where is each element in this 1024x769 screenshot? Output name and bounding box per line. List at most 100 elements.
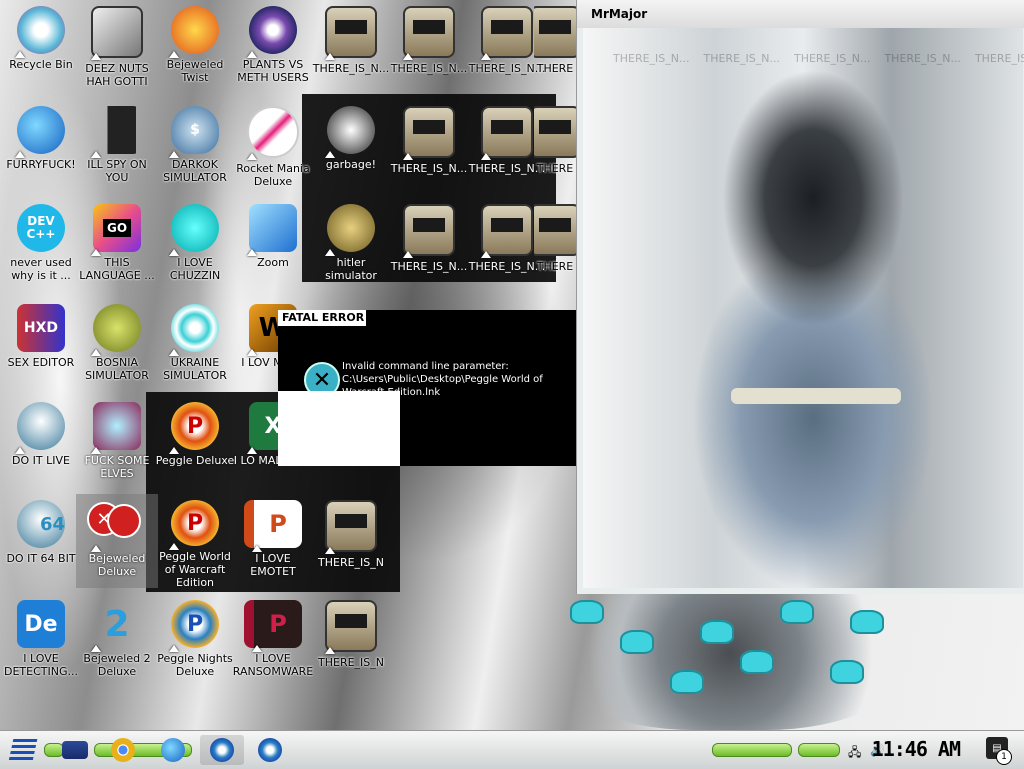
desktop-icon-spy[interactable]: ILL SPY ON YOU — [76, 100, 158, 194]
chrome-icon — [111, 738, 135, 762]
icon-label: Peggle World of Warcraft Edition — [159, 550, 231, 588]
desktop-icon-do-it-64-bit[interactable]: 64 DO IT 64 BIT — [0, 494, 82, 588]
desktop-icon-bejeweled-twist[interactable]: Bejeweled Twist — [154, 0, 236, 94]
icon-label: Rocket Mania Deluxe — [236, 162, 310, 188]
desktop-icon-ukraine[interactable]: UKRAINE SIMULATOR — [154, 298, 236, 392]
dragon-icon — [325, 106, 375, 158]
taskbar-decoration-right — [712, 743, 792, 757]
desktop-icon-there-is-n-1[interactable]: THERE_IS_N... — [310, 0, 392, 94]
desktop-icon-bejeweled-deluxe[interactable]: ✕ Bejeweled Deluxe — [76, 494, 158, 588]
icon-label: SEX EDITOR — [7, 356, 75, 369]
icon-label: THERE_IS_N — [318, 656, 384, 669]
spiky-ball-icon — [91, 304, 141, 356]
error-title[interactable]: FATAL ERROR — [278, 310, 366, 326]
icon-label: Bejeweled 2 Deluxe — [83, 652, 151, 678]
taskbar: 🖧 🔊 11:46 AM ▤ 1 — [0, 730, 1024, 769]
dress-ribbon — [731, 388, 901, 404]
icon-label: PLANTS VS METH USERS — [237, 58, 309, 84]
network-icon[interactable]: 🖧 — [848, 743, 862, 759]
peggle-icon: P — [169, 500, 219, 551]
recycle-bin-icon — [15, 6, 65, 58]
desktop-icon-there-partial-1[interactable]: THERE — [534, 0, 576, 94]
desktop-icon-sex-editor[interactable]: HXD SEX EDITOR — [0, 298, 82, 392]
detect-it-easy-icon: De — [17, 600, 65, 648]
desktop-icon-peggle-nights[interactable]: P Peggle Nights Deluxe — [154, 594, 236, 688]
taskbar-peggle-2[interactable] — [248, 735, 292, 765]
icon-label: FUCK SOME ELVES — [84, 454, 150, 480]
desktop-icon-dev-cpp[interactable]: DEV C++ never used why is it ... — [0, 198, 82, 292]
taskbar-clock[interactable]: 11:46 AM — [872, 737, 961, 761]
icon-label: I LOVE DETECTING... — [4, 652, 78, 678]
desktop-icon-fuck-some-elves[interactable]: FUCK SOME ELVES — [76, 396, 158, 490]
desktop-icon-do-it-live[interactable]: DO IT LIVE — [0, 396, 82, 490]
desktop-icon-there-is-n-6[interactable]: THERE_IS_N... — [388, 198, 470, 292]
desktop-icon-there-is-n-5[interactable]: THERE_IS_N... — [388, 100, 470, 194]
coin-icon — [325, 204, 375, 256]
peggle-icon: P — [169, 402, 219, 454]
desktop-icon-recycle-bin[interactable]: Recycle Bin — [0, 0, 82, 94]
ghost-label: THERE_IS_N... — [974, 52, 1024, 65]
peggle-icon — [210, 738, 234, 762]
start-button[interactable] — [6, 735, 40, 765]
desktop-icon-chuzzle[interactable]: I LOVE CHUZZIN — [154, 198, 236, 292]
powerpoint-icon: P — [244, 500, 302, 552]
desktop-icon-deez-nuts[interactable]: DEEZ NUTS HAH GOTTI — [76, 0, 158, 94]
desktop-icon-rocket-mania[interactable]: Rocket Mania Deluxe — [232, 100, 314, 194]
doll-image: THERE_IS_N... THERE_IS_N... THERE_IS_N..… — [583, 28, 1024, 588]
desktop-icon-bejeweled-2[interactable]: 2 Bejeweled 2 Deluxe — [76, 594, 158, 688]
desktop-icon-hitler-simulator[interactable]: hitler simulator — [310, 198, 392, 292]
publisher-icon: P — [244, 600, 302, 652]
icon-label: FURRYFUCK! — [6, 158, 76, 171]
desktop-icon-ransomware[interactable]: P I LOVE RANSOMWARE — [232, 594, 314, 688]
taskbar-peggle-1[interactable] — [200, 735, 244, 765]
computer-icon — [325, 6, 377, 60]
desktop-icon-bosnia[interactable]: BOSNIA SIMULATOR — [76, 298, 158, 392]
icon-label: THERE — [536, 62, 574, 75]
notification-count-badge: 1 — [996, 749, 1012, 765]
desktop-icon-garbage[interactable]: garbage! — [310, 100, 392, 194]
desktop-icon-peggle-wow[interactable]: P Peggle World of Warcraft Edition — [154, 494, 236, 588]
chuzzle-icon — [169, 204, 219, 256]
taskbar-file-explorer[interactable] — [60, 735, 90, 765]
icon-label: Peggle Deluxe — [155, 454, 235, 467]
mrmajor-window[interactable]: MrMajor THERE_IS_N... THERE_IS_N... THER… — [576, 0, 1024, 594]
computer-icon — [534, 204, 576, 256]
icon-label: I LOVE CHUZZIN — [169, 256, 221, 282]
desktop-icon-detecting[interactable]: De I LOVE DETECTING... — [0, 594, 82, 688]
stacked-windows-icon — [91, 6, 143, 60]
ghost-label: THERE_IS_N... — [703, 52, 780, 65]
icon-label: Bejeweled Twist — [166, 58, 224, 84]
icon-label: Peggle Nights Deluxe — [157, 652, 233, 678]
desktop-icon-there-is-n-4[interactable]: THERE_IS_N... — [388, 0, 470, 94]
icon-label: BOSNIA SIMULATOR — [85, 356, 149, 382]
desktop-icon-there-partial-3[interactable]: THERE — [534, 198, 576, 292]
desktop-icon-zoom[interactable]: Zoom — [232, 198, 314, 292]
computer-icon — [481, 106, 533, 160]
icon-label: Zoom — [257, 256, 289, 269]
mrmajor-title[interactable]: MrMajor — [577, 0, 1024, 28]
firefox-icon — [15, 106, 65, 158]
icon-label: THERE — [536, 162, 574, 175]
desktop-icon-there-is-n-3[interactable]: THERE_IS_N — [310, 594, 392, 688]
desktop-icon-emotet[interactable]: P I LOVE EMOTET — [232, 494, 314, 588]
rocket-icon — [247, 106, 299, 160]
icon-label: THERE_IS_N... — [312, 62, 390, 75]
desktop-icon-furryfuck[interactable]: FURRYFUCK! — [0, 100, 82, 194]
desktop-icon-darkok[interactable]: $ DARKOK SIMULATOR — [154, 100, 236, 194]
hxd-icon: HXD — [17, 304, 65, 352]
desktop-icon-peggle-deluxe[interactable]: P Peggle Deluxe — [154, 396, 236, 490]
desktop-icon-there-is-n-2[interactable]: THERE_IS_N — [310, 494, 392, 588]
computer-icon — [403, 6, 455, 60]
icon-label: ILL SPY ON YOU — [87, 158, 147, 184]
error-glitch-block — [278, 391, 400, 466]
taskbar-chrome[interactable] — [108, 735, 138, 765]
desktop-icon-plants[interactable]: PLANTS VS METH USERS — [232, 0, 314, 94]
icon-label: THERE_IS_N... — [390, 162, 468, 175]
fatal-error-window[interactable]: FATAL ERROR ✕ Invalid command line param… — [278, 310, 576, 466]
taskbar-firefox[interactable] — [158, 735, 188, 765]
money-bag-icon: $ — [169, 106, 219, 158]
computer-icon — [481, 6, 533, 60]
ghost-label: THERE_IS_N... — [884, 52, 961, 65]
desktop-icon-this-language[interactable]: GO THIS LANGUAGE ... — [76, 198, 158, 292]
desktop-icon-there-partial-2[interactable]: THERE — [534, 100, 576, 194]
